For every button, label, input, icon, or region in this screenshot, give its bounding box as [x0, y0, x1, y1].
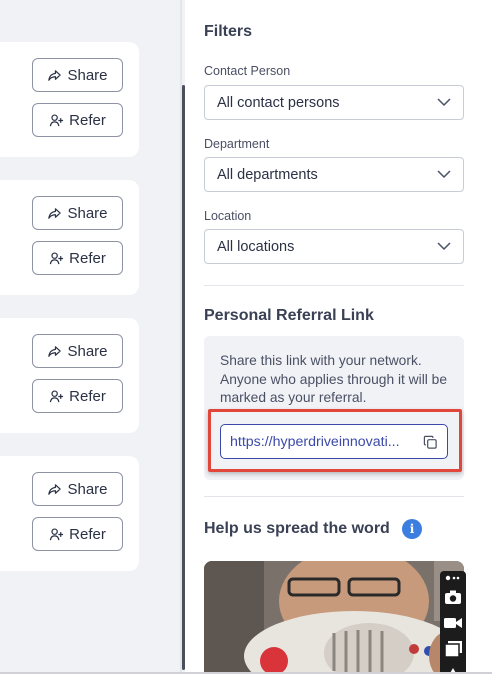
more-icon[interactable]	[444, 573, 462, 583]
info-icon[interactable]: i	[402, 519, 422, 539]
chevron-down-icon	[437, 170, 451, 179]
share-button[interactable]: Share	[32, 334, 123, 368]
share-label: Share	[67, 204, 108, 222]
location-value: All locations	[217, 238, 295, 255]
help-heading: Help us spread the word	[204, 520, 390, 537]
location-label: Location	[204, 209, 252, 223]
share-button[interactable]: Share	[32, 472, 123, 506]
refer-label: Refer	[69, 387, 106, 405]
job-card: Share Refer	[0, 456, 139, 571]
contact-person-select[interactable]: All contact persons	[204, 85, 464, 120]
refer-button[interactable]: Refer	[32, 103, 123, 137]
filters-heading: Filters	[204, 23, 253, 40]
job-card: Share Refer	[0, 180, 139, 295]
refer-button[interactable]: Refer	[32, 517, 123, 551]
video-toolbar	[440, 571, 466, 674]
department-select[interactable]: All departments	[204, 157, 464, 192]
chevron-down-icon	[437, 242, 451, 251]
share-icon	[48, 345, 62, 357]
share-icon	[48, 483, 62, 495]
share-button[interactable]: Share	[32, 58, 123, 92]
copy-icon[interactable]	[423, 435, 438, 450]
video-image	[204, 561, 464, 674]
share-button[interactable]: Share	[32, 196, 123, 230]
share-icon	[48, 69, 62, 81]
referral-link-text: https://hyperdriveinnovati...	[230, 433, 400, 450]
share-label: Share	[67, 342, 108, 360]
contact-person-label: Contact Person	[204, 64, 291, 78]
department-value: All departments	[217, 166, 318, 183]
add-person-icon	[49, 113, 64, 126]
department-label: Department	[204, 137, 270, 151]
section-divider	[204, 496, 464, 497]
add-person-icon	[49, 251, 64, 264]
share-label: Share	[67, 66, 108, 84]
refer-label: Refer	[69, 525, 106, 543]
job-card: Share Refer	[0, 42, 139, 157]
refer-button[interactable]: Refer	[32, 379, 123, 413]
screen-icon[interactable]	[444, 641, 462, 657]
share-label: Share	[67, 480, 108, 498]
refer-label: Refer	[69, 111, 106, 129]
location-select[interactable]: All locations	[204, 229, 464, 264]
job-list: Share Refer Share Refer Share Refer Shar…	[0, 0, 180, 674]
contact-person-value: All contact persons	[217, 94, 340, 111]
refer-label: Refer	[69, 249, 106, 267]
camera-icon[interactable]	[444, 589, 462, 605]
sidebar-panel: Filters Contact Person All contact perso…	[185, 0, 492, 674]
referral-link-heading: Personal Referral Link	[204, 307, 374, 324]
share-icon	[48, 207, 62, 219]
add-person-icon	[49, 527, 64, 540]
section-divider	[204, 285, 464, 286]
referral-link-field[interactable]: https://hyperdriveinnovati...	[220, 424, 448, 459]
referral-description: Share this link with your network. Anyon…	[220, 353, 448, 405]
chevron-down-icon	[437, 98, 451, 107]
job-card: Share Refer	[0, 318, 139, 433]
video-thumbnail[interactable]	[204, 561, 464, 674]
add-person-icon	[49, 389, 64, 402]
video-camera-icon[interactable]	[444, 616, 462, 630]
refer-button[interactable]: Refer	[32, 241, 123, 275]
